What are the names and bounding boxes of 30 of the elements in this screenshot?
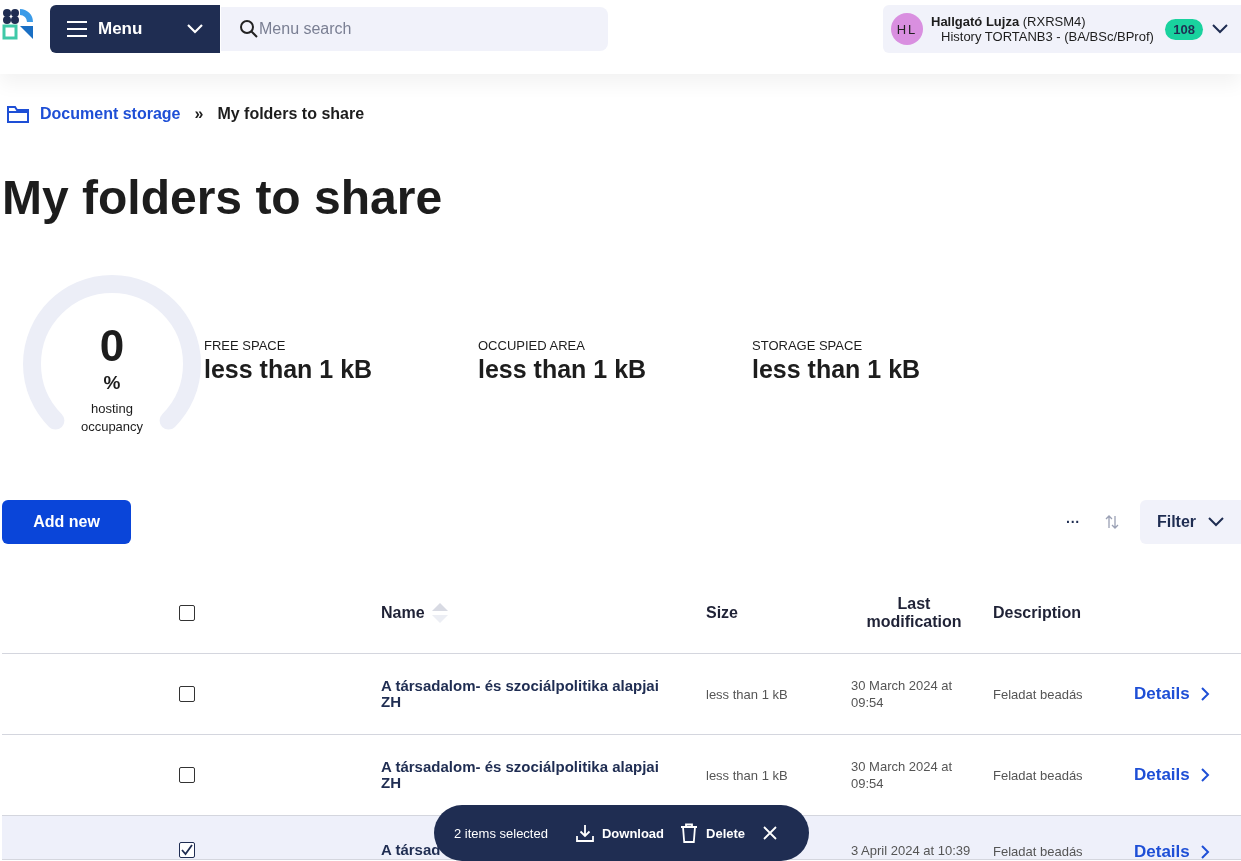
stat-value: less than 1 kB (204, 355, 374, 384)
user-program: History TORTANB3 - (BA/BSc/BProf) (940, 29, 1155, 44)
stat-label: FREE SPACE (204, 338, 287, 353)
table-cell-text: 30 March 2024 at 09:54 (851, 758, 954, 792)
column-header: Description (993, 604, 1081, 621)
gauge-value: 0 (99, 322, 125, 370)
table-cell: less than 1 kB (706, 768, 788, 783)
page-title: My folders to share (2, 170, 444, 226)
stat-value: less than 1 kB (478, 355, 648, 384)
gauge-unit: % (103, 371, 121, 395)
stat-label: STORAGE SPACE (752, 338, 864, 353)
breadcrumb-current: My folders to share (217, 105, 365, 123)
stat-label: OCCUPIED AREA (478, 338, 586, 353)
gauge-label: hosting occupancy (79, 400, 145, 436)
table-cell: Feladat beadás (993, 687, 1083, 702)
folder-name: A társadalom- és szociálpolitika alapjai ZH (381, 678, 660, 710)
breadcrumb-separator: » (194, 105, 204, 123)
folder-name: A társad (381, 842, 442, 858)
table-cell: Feladat beadás (993, 768, 1083, 783)
notification-badge: 108 (1165, 18, 1203, 40)
column-header: Size (706, 604, 738, 621)
folder-name: A társadalom- és szociálpolitika alapjai ZH (381, 759, 660, 791)
table-cell: less than 1 kB (706, 687, 788, 702)
user-name: Hallgató Lujza (RXRSM4) (931, 14, 1087, 29)
table-cell: Feladat beadás (993, 844, 1083, 859)
stat-value: less than 1 kB (752, 355, 922, 384)
table-cell-text: 30 March 2024 at 09:54 (851, 677, 954, 711)
selection-count: 2 items selected (454, 825, 548, 841)
column-header: Last modification (866, 595, 962, 630)
avatar: HL (891, 13, 923, 45)
